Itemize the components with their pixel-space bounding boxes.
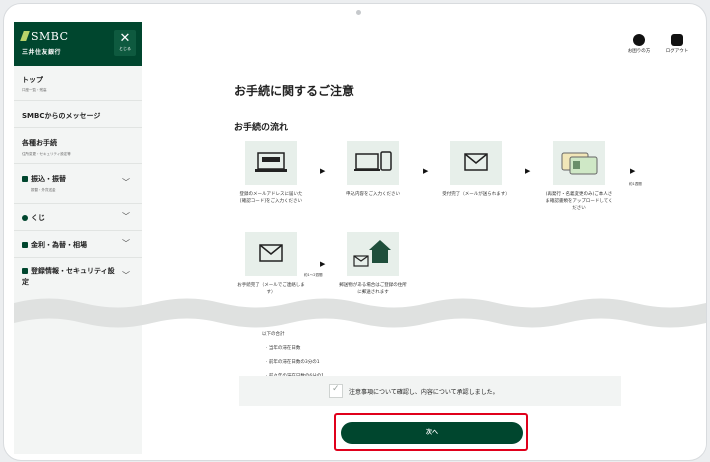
sidebar-item-label: 金利・為替・相場	[31, 241, 87, 249]
sidebar-item-transfer[interactable]: 振込・振替 振替・外貨送金 ﹀	[14, 163, 142, 204]
arrow-right-icon: ▶	[320, 167, 326, 175]
agree-label: 注意事項について確認し、内容について承認しました。	[349, 389, 499, 396]
tablet-frame: SMBC 三井住友銀行 ✕ とじる トップ 口座一覧・残高 SMBCからのメッセ…	[3, 3, 707, 461]
screen: SMBC 三井住友銀行 ✕ とじる トップ 口座一覧・残高 SMBCからのメッセ…	[14, 22, 706, 454]
sidebar-item-label: くじ	[31, 214, 45, 222]
camera-dot	[356, 10, 361, 15]
step-caption: お手続完了（メールでご連絡します）	[237, 283, 305, 295]
house-mail-icon	[347, 232, 399, 276]
sidebar-item-sub: 住所変更・セキュリティ設定等	[22, 152, 71, 156]
list-item: 以下の合計	[262, 332, 285, 337]
chevron-down-icon: ﹀	[122, 239, 130, 248]
close-label: とじる	[119, 46, 131, 51]
brand-header: SMBC 三井住友銀行 ✕ とじる	[14, 22, 142, 66]
sidebar-item-messages[interactable]: SMBCからのメッセージ	[14, 100, 142, 128]
step-caption: 申込内容をご入力ください	[346, 192, 400, 197]
agree-row: ✓ 注意事項について確認し、内容について承認しました。	[239, 376, 621, 406]
step-1: 登録のメールアドレスに届いた[確認コード]をご入力ください	[237, 141, 305, 205]
sidebar-item-security[interactable]: 登録情報・セキュリティ設定 ﹀	[14, 257, 142, 297]
step-caption: 受付完了（メールが送られます）	[442, 192, 510, 197]
bank-name: 三井住友銀行	[22, 49, 62, 56]
arrow-right-icon: ▶	[320, 260, 326, 268]
mail-icon	[450, 141, 502, 185]
mail-icon	[245, 232, 297, 276]
step-3: 受付完了（メールが送られます）	[442, 141, 510, 198]
page-title: お手続に関するご注意	[234, 84, 355, 98]
step-2: 申込内容をご入力ください	[339, 141, 407, 198]
lottery-icon	[22, 215, 28, 221]
pc-code-icon	[245, 141, 297, 185]
sidebar-item-procedures[interactable]: 各種お手続 住所変更・セキュリティ設定等	[14, 127, 142, 164]
transfer-icon	[22, 176, 28, 182]
flow-title: お手続の流れ	[234, 123, 289, 133]
step-5: お手続完了（メールでご連絡します）	[237, 232, 305, 296]
arrow-right-icon: ▶	[423, 167, 429, 175]
id-card-icon	[553, 141, 605, 185]
chevron-down-icon: ﹀	[122, 271, 130, 280]
duration-label: 約1〜2週間	[304, 273, 323, 277]
close-icon: ✕	[119, 31, 131, 46]
chevron-down-icon: ﹀	[122, 212, 130, 221]
sidebar-item-rates[interactable]: 金利・為替・相場 ﹀	[14, 230, 142, 258]
list-item: · 前年の滞在日数の3分の1	[266, 360, 320, 365]
sidebar-item-label: トップ	[22, 76, 43, 84]
step-6: 郵送物がある場合はご登録の住所に郵送されます	[339, 232, 407, 296]
chevron-down-icon: ﹀	[122, 178, 130, 187]
sidebar: SMBC 三井住友銀行 ✕ とじる トップ 口座一覧・残高 SMBCからのメッセ…	[14, 22, 142, 454]
list-item: · 当年の滞在日数	[266, 346, 301, 351]
sidebar-item-sub: 振替・外貨送金	[31, 188, 56, 192]
arrow-right-icon: ▶	[630, 167, 636, 175]
sidebar-item-label: 振込・振替	[31, 175, 66, 183]
sidebar-item-top[interactable]: トップ 口座一覧・残高	[14, 66, 142, 101]
lock-icon	[22, 268, 28, 274]
devices-icon	[347, 141, 399, 185]
step-4: (再発行・名義変更のみ)ご本人さま確認書類をアップロードしてください	[545, 141, 613, 212]
step-caption: 登録のメールアドレスに届いた[確認コード]をご入力ください	[239, 192, 303, 204]
chart-icon	[22, 242, 28, 248]
next-button[interactable]: 次へ	[341, 422, 523, 444]
arrow-right-icon: ▶	[525, 167, 531, 175]
check-icon: ✓	[332, 384, 340, 394]
duration-label: 約1週間	[629, 182, 642, 186]
close-menu-button[interactable]: ✕ とじる	[114, 30, 136, 56]
main-content: お手続に関するご注意 お手続の流れ 登録のメールアドレスに届いた[確認コード]を…	[142, 22, 706, 454]
step-caption: (再発行・名義変更のみ)ご本人さま確認書類をアップロードしてください	[545, 192, 613, 211]
sidebar-item-label: 各種お手続	[22, 139, 57, 147]
smbc-logo: SMBC	[20, 30, 69, 43]
logo-text: SMBC	[31, 30, 69, 43]
logo-mark-icon	[20, 31, 30, 41]
sidebar-item-label: 登録情報・セキュリティ設定	[22, 267, 115, 286]
sidebar-item-sub: 口座一覧・残高	[22, 88, 47, 92]
step-caption: 郵送物がある場合はご登録の住所に郵送されます	[339, 283, 407, 295]
agree-checkbox[interactable]: ✓	[329, 384, 343, 398]
torn-divider	[14, 298, 706, 328]
sidebar-item-label: SMBCからのメッセージ	[22, 112, 101, 120]
sidebar-item-lottery[interactable]: くじ ﹀	[14, 203, 142, 231]
